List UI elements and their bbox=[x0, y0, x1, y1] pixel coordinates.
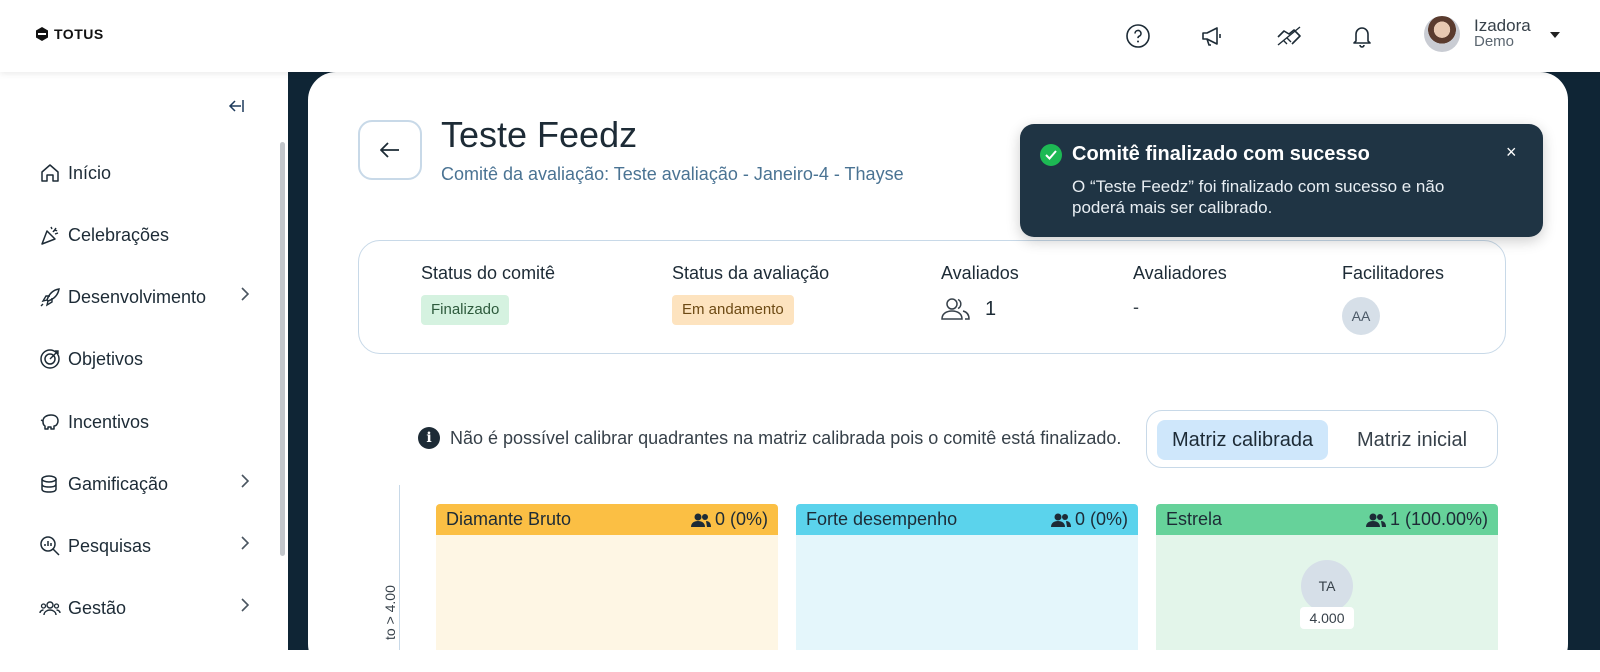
collapse-sidebar-icon[interactable] bbox=[226, 98, 244, 119]
tab-matriz-inicial[interactable]: Matriz inicial bbox=[1342, 420, 1482, 460]
coins-icon bbox=[38, 472, 62, 496]
evaluation-status-badge: Em andamento bbox=[672, 295, 794, 325]
status-panel: Status do comitê Finalizado Status da av… bbox=[358, 240, 1506, 354]
quadrant-count: 0 (0%) bbox=[714, 509, 768, 529]
quadrant-name: Forte desempenho bbox=[806, 509, 958, 529]
caret-down-icon[interactable] bbox=[1550, 32, 1560, 38]
user-name: Izadora bbox=[1474, 16, 1531, 35]
tab-matriz-calibrada[interactable]: Matriz calibrada bbox=[1157, 420, 1329, 460]
sidebar-item-celebracoes[interactable]: Celebrações bbox=[38, 223, 169, 247]
quadrant-body bbox=[436, 535, 778, 650]
matrix-toggle: Matriz calibrada Matriz inicial bbox=[1146, 410, 1498, 468]
sidebar-item-gamificacao[interactable]: Gamificação bbox=[38, 472, 168, 496]
sidebar-item-incentivos[interactable]: Incentivos bbox=[38, 410, 149, 434]
evaluated-label: Avaliados bbox=[941, 263, 1019, 283]
top-bar: TOTUS Izadora Demo bbox=[0, 0, 1600, 72]
quadrant-header: Estrela 1 (100.00%) bbox=[1156, 504, 1498, 535]
quadrant-count: 0 (0%) bbox=[1074, 509, 1128, 529]
sidebar-item-inicio[interactable]: Início bbox=[38, 161, 111, 185]
sidebar-item-label: Desenvolvimento bbox=[68, 286, 207, 307]
sidebar-item-label: Celebrações bbox=[68, 224, 170, 245]
help-icon[interactable] bbox=[1124, 22, 1152, 50]
quadrant-estrela[interactable]: Estrela 1 (100.00%) TA 4.000 bbox=[1156, 504, 1498, 650]
check-circle-icon bbox=[1040, 144, 1062, 166]
handshake-icon[interactable] bbox=[1275, 22, 1303, 50]
party-icon bbox=[38, 223, 62, 247]
user-avatar bbox=[1424, 16, 1460, 52]
megaphone-icon[interactable] bbox=[1198, 22, 1226, 50]
brand-logo[interactable]: TOTUS bbox=[34, 26, 104, 42]
facilitators-label: Facilitadores bbox=[1342, 263, 1445, 283]
quadrant-diamante-bruto[interactable]: Diamante Bruto 0 (0%) bbox=[436, 504, 778, 650]
quadrant-body bbox=[796, 535, 1138, 650]
users-icon bbox=[690, 513, 711, 527]
quadrant-header: Forte desempenho 0 (0%) bbox=[796, 504, 1138, 535]
arrow-left-icon bbox=[380, 142, 399, 158]
sidebar: Início Celebrações Desenvolvimento Objet… bbox=[0, 72, 288, 650]
chevron-right-icon[interactable] bbox=[240, 473, 250, 494]
user-menu[interactable]: Izadora Demo bbox=[1424, 16, 1531, 52]
user-role: Demo bbox=[1474, 33, 1515, 50]
target-icon bbox=[38, 347, 62, 371]
toast-title: Comitê finalizado com sucesso bbox=[1072, 143, 1370, 165]
sidebar-item-label: Gamificação bbox=[68, 473, 169, 494]
chevron-right-icon[interactable] bbox=[240, 597, 250, 618]
logo-icon bbox=[36, 27, 48, 41]
member-score: 4.000 bbox=[1300, 607, 1354, 629]
sidebar-item-label: Gestão bbox=[68, 597, 127, 618]
quadrant-name: Diamante Bruto bbox=[446, 509, 572, 529]
users-icon bbox=[1050, 513, 1071, 527]
evaluated-count-value: 1 bbox=[985, 297, 997, 320]
quadrant-count: 1 (100.00%) bbox=[1389, 509, 1488, 529]
success-toast: Comitê finalizado com sucesso O “Teste F… bbox=[1020, 124, 1543, 237]
committee-status-label: Status do comitê bbox=[421, 263, 556, 283]
evaluators-label: Avaliadores bbox=[1133, 263, 1227, 283]
sidebar-item-desenvolvimento[interactable]: Desenvolvimento bbox=[38, 285, 206, 309]
chevron-right-icon[interactable] bbox=[240, 286, 250, 307]
page-subtitle: Comitê da avaliação: Teste avaliação - J… bbox=[441, 164, 904, 184]
toast-message: O “Teste Feedz” foi finalizado com suces… bbox=[1072, 177, 1445, 217]
chevron-right-icon[interactable] bbox=[240, 535, 250, 556]
sidebar-scrollbar[interactable] bbox=[280, 142, 285, 556]
sidebar-item-gestao[interactable]: Gestão bbox=[38, 596, 126, 620]
info-text: Não é possível calibrar quadrantes na ma… bbox=[450, 427, 1122, 448]
users-icon bbox=[1365, 513, 1386, 527]
committee-status-badge: Finalizado bbox=[421, 295, 510, 325]
brand-name: TOTUS bbox=[54, 26, 104, 42]
info-message: i Não é possível calibrar quadrantes na … bbox=[418, 427, 1121, 449]
sidebar-item-label: Pesquisas bbox=[68, 535, 152, 556]
users-icon bbox=[941, 298, 970, 320]
rocket-icon bbox=[38, 285, 62, 309]
sidebar-item-label: Início bbox=[68, 162, 112, 183]
quadrant-name: Estrela bbox=[1166, 509, 1223, 529]
sidebar-item-objetivos[interactable]: Objetivos bbox=[38, 347, 143, 371]
sidebar-item-pesquisas[interactable]: Pesquisas bbox=[38, 534, 151, 558]
chart-search-icon bbox=[38, 534, 62, 558]
quadrant-header: Diamante Bruto 0 (0%) bbox=[436, 504, 778, 535]
evaluators-value: - bbox=[1133, 297, 1139, 317]
home-icon bbox=[38, 161, 62, 185]
member-avatar[interactable]: TA bbox=[1301, 560, 1353, 612]
facilitator-avatar[interactable]: AA bbox=[1342, 297, 1380, 335]
page-title: Teste Feedz bbox=[441, 114, 638, 155]
piggy-bank-icon bbox=[38, 410, 62, 434]
evaluated-count: 1 bbox=[941, 297, 996, 321]
team-icon bbox=[38, 596, 62, 620]
bell-icon[interactable] bbox=[1348, 22, 1376, 50]
sidebar-item-label: Objetivos bbox=[68, 348, 144, 369]
close-icon[interactable]: × bbox=[1506, 142, 1517, 163]
info-icon: i bbox=[418, 427, 440, 449]
evaluation-status-label: Status da avaliação bbox=[672, 263, 830, 283]
sidebar-item-label: Incentivos bbox=[68, 411, 150, 432]
y-axis-label: to > 4.00 bbox=[382, 585, 398, 640]
back-button[interactable] bbox=[358, 120, 422, 180]
y-axis-line bbox=[399, 485, 400, 650]
quadrant-forte-desempenho[interactable]: Forte desempenho 0 (0%) bbox=[796, 504, 1138, 650]
